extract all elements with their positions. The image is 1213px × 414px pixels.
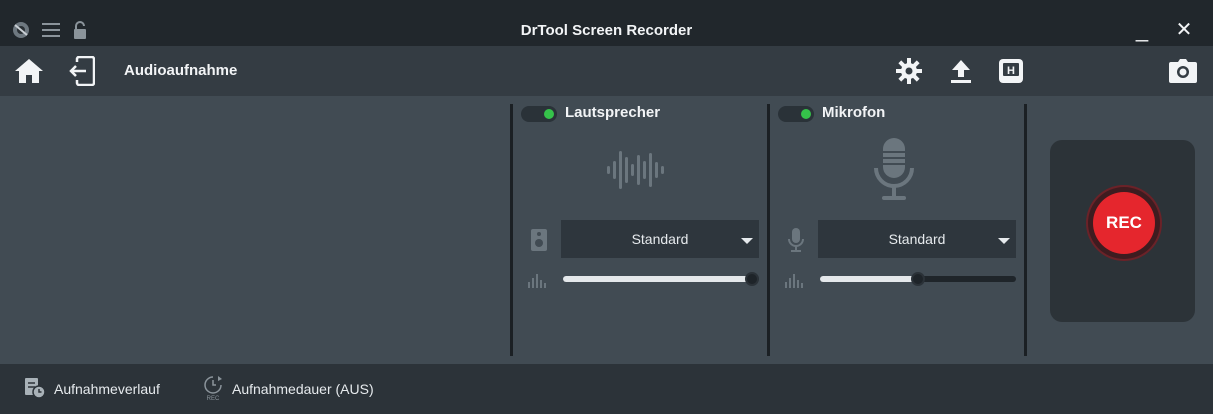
close-button[interactable]: ✕: [1172, 18, 1196, 42]
exit-icon[interactable]: [66, 56, 96, 86]
speaker-panel: Lautsprecher Standard: [513, 96, 767, 364]
speaker-volume-slider[interactable]: [563, 272, 759, 286]
recording-duration-button[interactable]: REC Aufnahmedauer (AUS): [202, 364, 374, 414]
microphone-icon: [864, 138, 924, 202]
speaker-toggle[interactable]: [521, 106, 557, 122]
title-bar: DrTool Screen Recorder _ ✕: [0, 0, 1213, 46]
slider-thumb[interactable]: [745, 272, 759, 286]
chevron-down-icon: [741, 238, 753, 244]
page-title: Audioaufnahme: [124, 62, 238, 79]
history-icon: [24, 377, 46, 402]
slider-fill: [563, 276, 752, 282]
level-meter-icon: [782, 268, 806, 292]
history-label: Aufnahmeverlauf: [54, 381, 160, 397]
svg-text:REC: REC: [207, 396, 220, 401]
home-icon[interactable]: [14, 56, 44, 86]
microphone-toggle[interactable]: [778, 106, 814, 122]
toggle-knob: [544, 109, 554, 119]
microphone-device-icon: [784, 228, 808, 252]
microphone-device-value: Standard: [888, 231, 946, 247]
minimize-button[interactable]: _: [1130, 18, 1154, 42]
microphone-device-select[interactable]: Standard: [818, 220, 1016, 258]
speaker-device-select[interactable]: Standard: [561, 220, 759, 258]
gear-icon[interactable]: [894, 56, 924, 86]
window-title: DrTool Screen Recorder: [520, 22, 693, 39]
level-meter-icon: [525, 268, 549, 292]
camera-icon[interactable]: [1168, 56, 1198, 86]
chevron-down-icon: [998, 238, 1010, 244]
panel-divider: [1024, 104, 1027, 356]
microphone-label: Mikrofon: [822, 104, 886, 121]
slider-thumb[interactable]: [911, 272, 925, 286]
main-area: Lautsprecher Standard Mikrofon Standard …: [0, 96, 1213, 364]
duration-label: Aufnahmedauer (AUS): [232, 381, 374, 397]
hotkey-icon[interactable]: H: [996, 56, 1026, 86]
svg-text:H: H: [1007, 65, 1015, 77]
record-button[interactable]: REC: [1093, 192, 1155, 254]
speaker-label: Lautsprecher: [565, 104, 661, 121]
toggle-knob: [801, 109, 811, 119]
status-bar: Aufnahmeverlauf REC Aufnahmedauer (AUS): [0, 364, 1213, 414]
microphone-volume-slider[interactable]: [820, 272, 1016, 286]
speaker-device-value: Standard: [631, 231, 689, 247]
recording-history-button[interactable]: Aufnahmeverlauf: [24, 364, 160, 414]
timer-icon: REC: [202, 375, 224, 404]
record-panel: REC: [1050, 140, 1195, 322]
toolbar: Audioaufnahme H: [0, 46, 1213, 96]
slider-fill: [820, 276, 918, 282]
speaker-device-icon: [527, 228, 551, 252]
upload-icon[interactable]: [946, 56, 976, 86]
microphone-panel: Mikrofon Standard: [770, 96, 1024, 364]
sound-wave-icon: [597, 138, 677, 202]
